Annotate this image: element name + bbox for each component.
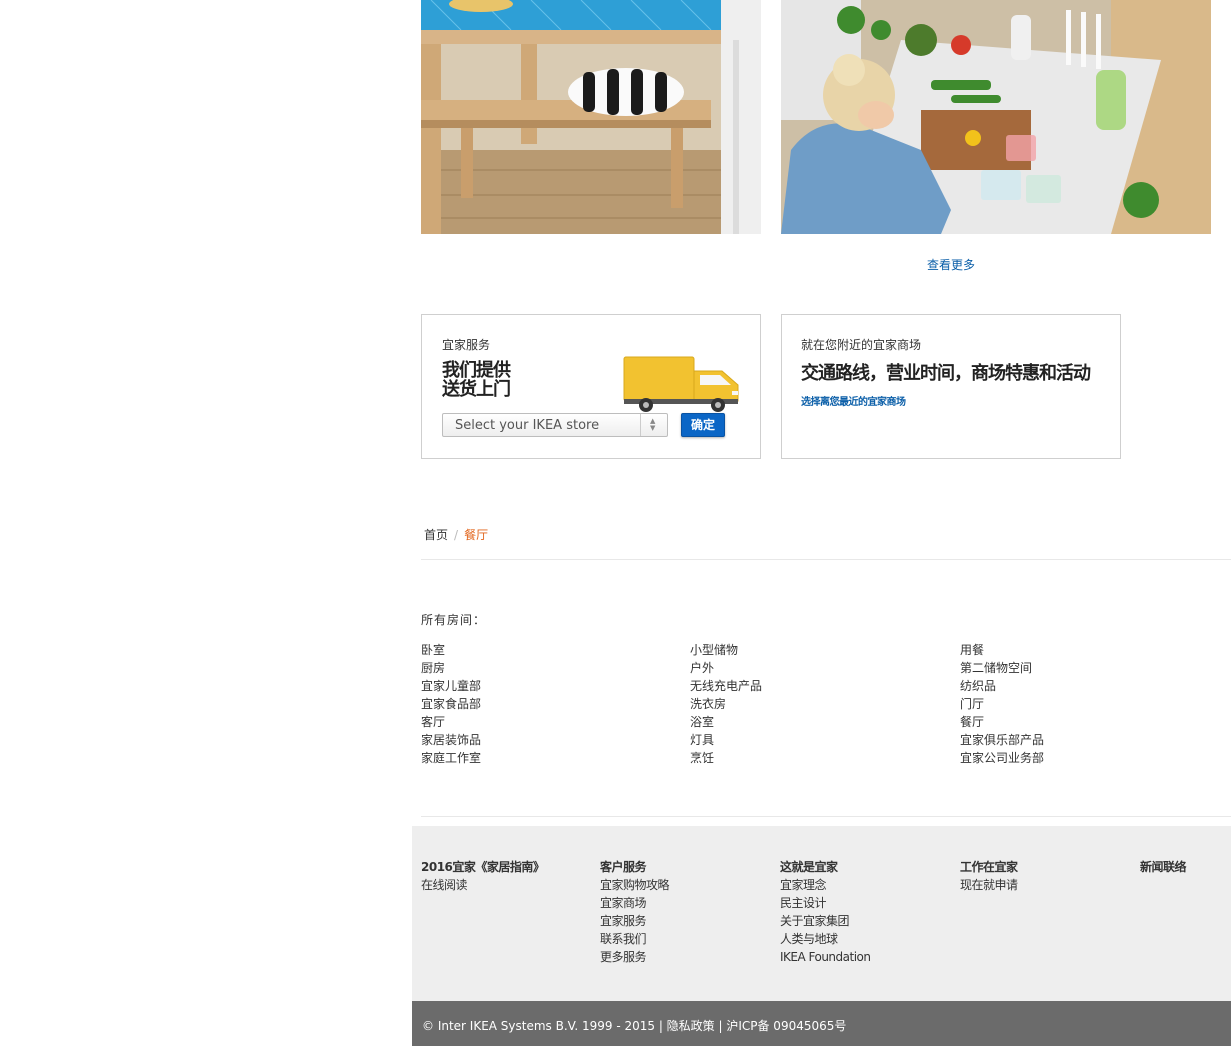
delivery-headline: 我们提供 送货上门	[442, 361, 562, 399]
choose-store-link[interactable]: 选择离您最近的宜家商场	[801, 393, 906, 408]
room-link[interactable]: 户外	[690, 659, 930, 677]
room-link[interactable]: 用餐	[960, 641, 1200, 659]
footer-link[interactable]: IKEA Foundation	[780, 948, 871, 966]
footer-link[interactable]: 民主设计	[780, 894, 871, 912]
rooms-column-3: 用餐 第二储物空间 纺织品 门厅 餐厅 宜家俱乐部产品 宜家公司业务部	[960, 641, 1200, 767]
breadcrumb-current: 餐厅	[464, 528, 489, 542]
footer-column-catalog: 2016宜家《家居指南》 在线阅读	[421, 858, 545, 894]
room-link[interactable]: 纺织品	[960, 677, 1200, 695]
room-link[interactable]: 灯具	[690, 731, 930, 749]
breadcrumb-home-link[interactable]: 首页	[424, 528, 448, 542]
see-more-link[interactable]: 查看更多	[781, 256, 1121, 273]
nearby-store-box: 就在您附近的宜家商场 交通路线，营业时间，商场特惠和活动 选择离您最近的宜家商场	[781, 314, 1121, 459]
footer-heading[interactable]: 新闻联络	[1140, 858, 1187, 876]
delivery-headline-line2: 送货上门	[442, 379, 511, 400]
room-link[interactable]: 宜家儿童部	[421, 677, 661, 695]
store-headline: 交通路线，营业时间，商场特惠和活动	[801, 363, 1091, 384]
room-link[interactable]: 餐厅	[960, 713, 1200, 731]
footer-column-careers: 工作在宜家 现在就申请	[960, 858, 1018, 894]
footer-heading: 工作在宜家	[960, 860, 1018, 874]
store-select[interactable]: Select your IKEA store ▲ ▼	[442, 413, 668, 437]
delivery-truck-icon	[623, 356, 739, 412]
room-link[interactable]: 家庭工作室	[421, 749, 661, 767]
footer-link[interactable]: 宜家商场	[600, 894, 669, 912]
select-arrows-icon: ▲ ▼	[640, 414, 667, 436]
room-link[interactable]: 厨房	[421, 659, 661, 677]
room-link[interactable]: 宜家公司业务部	[960, 749, 1200, 767]
copyright-bar: © Inter IKEA Systems B.V. 1999 - 2015 | …	[412, 1001, 1231, 1046]
room-link[interactable]: 浴室	[690, 713, 930, 731]
footer-link[interactable]: 联系我们	[600, 930, 669, 948]
rooms-column-1: 卧室 厨房 宜家儿童部 宜家食品部 客厅 家居装饰品 家庭工作室	[421, 641, 661, 767]
room-link[interactable]: 洗衣房	[690, 695, 930, 713]
room-link[interactable]: 宜家俱乐部产品	[960, 731, 1200, 749]
dining-room-image[interactable]	[421, 0, 761, 234]
kitchen-cooking-image[interactable]	[781, 0, 1211, 234]
store-kicker: 就在您附近的宜家商场	[801, 338, 922, 352]
confirm-button[interactable]: 确定	[681, 413, 725, 437]
room-link[interactable]: 卧室	[421, 641, 661, 659]
footer-heading: 客户服务	[600, 860, 647, 874]
footer-heading: 这就是宜家	[780, 860, 838, 874]
footer-column-customer-service: 客户服务 宜家购物攻略 宜家商场 宜家服务 联系我们 更多服务	[600, 858, 670, 966]
footer-link[interactable]: 更多服务	[600, 948, 669, 966]
breadcrumb-separator: /	[454, 528, 459, 542]
room-link[interactable]: 烹饪	[690, 749, 930, 767]
footer-link[interactable]: 宜家购物攻略	[600, 876, 670, 894]
footer-link[interactable]: 宜家服务	[600, 912, 669, 930]
delivery-headline-line1: 我们提供	[442, 360, 511, 381]
room-link[interactable]: 门厅	[960, 695, 1200, 713]
divider	[421, 816, 1231, 817]
footer-heading[interactable]: 2016宜家《家居指南》	[421, 858, 545, 876]
footer-link[interactable]: 关于宜家集团	[780, 912, 871, 930]
footer-link[interactable]: 宜家理念	[780, 876, 871, 894]
room-link[interactable]: 宜家食品部	[421, 695, 661, 713]
copyright-text: © Inter IKEA Systems B.V. 1999 - 2015 | …	[422, 1019, 847, 1033]
breadcrumb: 首页 / 餐厅	[424, 526, 488, 543]
footer-column-this-is-ikea: 这就是宜家 宜家理念 民主设计 关于宜家集团 人类与地球 IKEA Founda…	[780, 858, 871, 966]
rooms-column-2: 小型储物 户外 无线充电产品 洗衣房 浴室 灯具 烹饪	[690, 641, 930, 767]
room-link[interactable]: 第二储物空间	[960, 659, 1200, 677]
divider	[421, 559, 1231, 560]
room-link[interactable]: 无线充电产品	[690, 677, 930, 695]
footer-column-news: 新闻联络	[1140, 858, 1187, 876]
room-link[interactable]: 客厅	[421, 713, 661, 731]
footer-link[interactable]: 在线阅读	[421, 876, 544, 894]
footer-link[interactable]: 人类与地球	[780, 930, 871, 948]
store-select-value: Select your IKEA store	[455, 418, 600, 433]
delivery-service-box: 宜家服务 我们提供 送货上门 Select your IKEA store ▲ ▼…	[421, 314, 761, 459]
footer-link[interactable]: 现在就申请	[960, 876, 1018, 894]
rooms-title: 所有房间：	[421, 613, 487, 627]
service-kicker: 宜家服务	[442, 338, 491, 352]
room-link[interactable]: 小型储物	[690, 641, 930, 659]
room-link[interactable]: 家居装饰品	[421, 731, 661, 749]
